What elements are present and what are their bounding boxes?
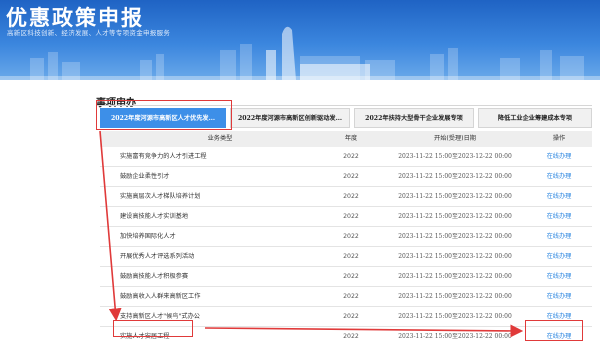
- online-apply-link[interactable]: 在线办理: [532, 247, 586, 267]
- row-date: 2023-11-22 15:00至2023-12-22 00:00: [398, 253, 512, 260]
- online-apply-link[interactable]: 在线办理: [532, 207, 586, 227]
- table-row: 实施富有竞争力的人才引进工程 2022 2023-11-22 15:00至202…: [100, 147, 592, 167]
- row-year: 2022: [343, 333, 359, 340]
- table-row: 鼓励高技能人才积极参赛 2022 2023-11-22 15:00至2023-1…: [100, 267, 592, 287]
- table-row: 实施人才安居工程 2022 2023-11-22 15:00至2023-12-2…: [100, 327, 592, 346]
- row-year: 2022: [343, 193, 359, 200]
- table-row: 加快培养国际化人才 2022 2023-11-22 15:00至2023-12-…: [100, 227, 592, 247]
- tab-reduce-cost[interactable]: 降低工业企业筹建成本专项: [478, 108, 592, 128]
- table-row: 支持高新区人才"候鸟"式办公 2022 2023-11-22 15:00至202…: [100, 307, 592, 327]
- online-apply-link[interactable]: 在线办理: [532, 187, 586, 207]
- online-apply-link[interactable]: 在线办理: [532, 227, 586, 247]
- banner-subtitle: 高新区科技创新、经济发展、人才等专项资金申报服务: [7, 29, 171, 37]
- table-row: 鼓励企业柔性引才 2022 2023-11-22 15:00至2023-12-2…: [100, 167, 592, 187]
- row-year: 2022: [343, 293, 359, 300]
- policy-tabs: 2022年度河源市高新区人才优先发... 2022年度河源市高新区创新驱动发..…: [96, 108, 592, 128]
- row-business-type: 建设高技能人才实训基地: [120, 213, 189, 220]
- row-business-type: 实施高层次人才梯队培养计划: [120, 193, 201, 200]
- header-date: 开始(受理)日期: [434, 135, 476, 142]
- section-divider: [96, 105, 592, 106]
- row-date: 2023-11-22 15:00至2023-12-22 00:00: [398, 333, 512, 340]
- row-year: 2022: [343, 153, 359, 160]
- row-date: 2023-11-22 15:00至2023-12-22 00:00: [398, 153, 512, 160]
- row-year: 2022: [343, 173, 359, 180]
- header-year: 年度: [344, 135, 358, 142]
- online-apply-link[interactable]: 在线办理: [532, 307, 586, 327]
- online-apply-link[interactable]: 在线办理: [532, 167, 586, 187]
- row-business-type: 鼓励企业柔性引才: [120, 173, 170, 180]
- row-year: 2022: [343, 213, 359, 220]
- online-apply-link[interactable]: 在线办理: [532, 327, 586, 346]
- tab-talent-priority[interactable]: 2022年度河源市高新区人才优先发...: [100, 108, 226, 128]
- online-apply-link[interactable]: 在线办理: [532, 147, 586, 167]
- row-business-type: 实施人才安居工程: [120, 333, 170, 340]
- row-date: 2023-11-22 15:00至2023-12-22 00:00: [398, 193, 512, 200]
- section-title: 事项申办: [96, 98, 136, 109]
- row-business-type: 鼓励高技能人才积极参赛: [120, 273, 189, 280]
- row-date: 2023-11-22 15:00至2023-12-22 00:00: [398, 313, 512, 320]
- row-business-type: 开展优秀人才评选系列活动: [120, 253, 195, 260]
- table-row: 鼓励高收入人群来高新区工作 2022 2023-11-22 15:00至2023…: [100, 287, 592, 307]
- header-banner: 优惠政策申报 高新区科技创新、经济发展、人才等专项资金申报服务: [0, 0, 600, 80]
- table-header: 业务类型 年度 开始(受理)日期 操作: [100, 131, 592, 147]
- row-date: 2023-11-22 15:00至2023-12-22 00:00: [398, 173, 512, 180]
- tab-key-enterprise[interactable]: 2022年扶持大型骨干企业发展专项: [354, 108, 474, 128]
- row-business-type: 加快培养国际化人才: [120, 233, 176, 240]
- row-business-type: 支持高新区人才"候鸟"式办公: [120, 313, 200, 320]
- row-year: 2022: [343, 233, 359, 240]
- row-date: 2023-11-22 15:00至2023-12-22 00:00: [398, 273, 512, 280]
- tab-innovation-driven[interactable]: 2022年度河源市高新区创新驱动发...: [230, 108, 350, 128]
- row-date: 2023-11-22 15:00至2023-12-22 00:00: [398, 293, 512, 300]
- header-operation: 操作: [552, 135, 566, 142]
- online-apply-link[interactable]: 在线办理: [532, 267, 586, 287]
- table-row: 实施高层次人才梯队培养计划 2022 2023-11-22 15:00至2023…: [100, 187, 592, 207]
- online-apply-link[interactable]: 在线办理: [532, 287, 586, 307]
- row-date: 2023-11-22 15:00至2023-12-22 00:00: [398, 213, 512, 220]
- row-year: 2022: [343, 313, 359, 320]
- header-business-type: 业务类型: [207, 135, 233, 142]
- row-business-type: 鼓励高收入人群来高新区工作: [120, 293, 201, 300]
- row-date: 2023-11-22 15:00至2023-12-22 00:00: [398, 233, 512, 240]
- row-year: 2022: [343, 253, 359, 260]
- row-business-type: 实施富有竞争力的人才引进工程: [120, 153, 207, 160]
- table-row: 开展优秀人才评选系列活动 2022 2023-11-22 15:00至2023-…: [100, 247, 592, 267]
- table-row: 建设高技能人才实训基地 2022 2023-11-22 15:00至2023-1…: [100, 207, 592, 227]
- row-year: 2022: [343, 273, 359, 280]
